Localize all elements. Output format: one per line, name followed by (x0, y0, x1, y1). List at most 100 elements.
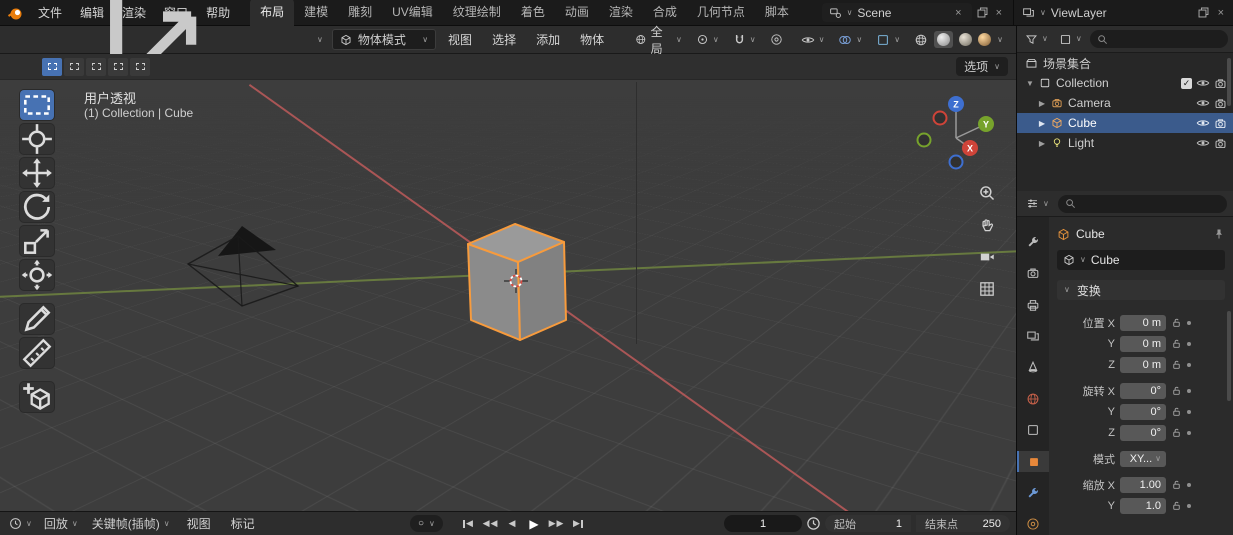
hide-eye-icon[interactable] (1196, 116, 1210, 130)
remove-view-layer-icon[interactable]: × (1215, 7, 1227, 19)
lock-icon[interactable] (1171, 385, 1182, 396)
play-button[interactable]: ▶ (524, 514, 544, 533)
render-visibility-icon[interactable] (1214, 77, 1227, 90)
gizmo-neg-z-ball[interactable] (948, 154, 964, 170)
animate-dot[interactable] (1187, 362, 1191, 367)
expand-icon[interactable]: ▶ (1037, 99, 1047, 108)
frame-end-field[interactable]: 结束点 250 (916, 515, 1010, 532)
properties-search-input[interactable] (1057, 194, 1227, 213)
tab-physics[interactable] (1017, 514, 1049, 535)
rotation-x-field[interactable]: 0° (1120, 382, 1166, 399)
current-frame-field[interactable]: 1 (724, 515, 802, 532)
select-mode-subtract-button[interactable] (86, 57, 106, 76)
timeline-editor-type-button[interactable]: ∨ (6, 516, 35, 531)
menu-object[interactable]: 物体 (572, 27, 612, 52)
location-z-field[interactable]: 0 m (1120, 356, 1166, 373)
tab-scripting[interactable]: 脚本 (755, 0, 799, 26)
shading-solid-button[interactable] (934, 31, 954, 48)
menu-add[interactable]: 添加 (528, 27, 568, 52)
jump-to-start-button[interactable]: ◀ (458, 514, 478, 533)
outliner-display-mode-button[interactable]: ∨ (1056, 32, 1085, 47)
animate-dot[interactable] (1187, 388, 1191, 393)
lock-icon[interactable] (1171, 317, 1182, 328)
rotation-z-field[interactable]: 0° (1120, 424, 1166, 441)
location-y-field[interactable]: 0 m (1120, 335, 1166, 352)
menu-playback[interactable]: 回放 ∨ (39, 513, 83, 534)
tab-tool[interactable] (1017, 231, 1049, 252)
tab-output[interactable] (1017, 294, 1049, 315)
navigation-gizmo[interactable]: Z Y X (912, 90, 998, 182)
collection-checkbox[interactable]: ✓ (1181, 77, 1192, 89)
hide-eye-icon[interactable] (1196, 96, 1210, 110)
prev-keyframe-button[interactable]: ◀ ◀ (480, 514, 500, 533)
lock-icon[interactable] (1171, 479, 1182, 490)
tab-modifiers[interactable] (1017, 482, 1049, 503)
menu-timeline-view[interactable]: 视图 (179, 511, 219, 535)
tab-texture-paint[interactable]: 纹理绘制 (443, 0, 511, 26)
expand-icon[interactable]: ▶ (1037, 139, 1047, 148)
mode-dropdown[interactable]: 物体模式 ∨ (331, 29, 437, 50)
outliner-search-input[interactable] (1089, 30, 1228, 48)
tab-object[interactable] (1017, 450, 1049, 473)
gizmo-neg-x-ball[interactable] (932, 110, 948, 126)
pin-icon[interactable] (1213, 228, 1225, 240)
show-gizmo-dropdown[interactable]: ∨ (796, 31, 830, 49)
transform-section-header[interactable]: ∨ 变换 (1057, 280, 1225, 300)
shading-wireframe-icon[interactable] (914, 33, 928, 47)
snap-dropdown[interactable]: ∨ (728, 31, 761, 48)
menu-select[interactable]: 选择 (484, 27, 524, 52)
object-name-field[interactable]: ∨ Cube (1057, 250, 1225, 270)
animate-dot[interactable] (1187, 320, 1191, 325)
select-mode-new-button[interactable] (42, 57, 62, 76)
new-scene-icon[interactable] (976, 6, 989, 19)
outliner-row-collection[interactable]: ▼ Collection ✓ (1017, 73, 1233, 93)
render-visibility-icon[interactable] (1214, 117, 1227, 130)
select-mode-extend-button[interactable] (64, 57, 84, 76)
frame-start-field[interactable]: 起始 1 (825, 515, 911, 532)
outliner-scrollbar[interactable] (1227, 58, 1231, 106)
options-dropdown[interactable]: 选项 ∨ (956, 57, 1008, 76)
animate-dot[interactable] (1187, 430, 1191, 435)
camera-object[interactable] (178, 216, 323, 316)
xray-toggle-button[interactable]: ∨ (871, 31, 905, 49)
select-mode-invert-button[interactable] (108, 57, 128, 76)
gizmo-neg-y-ball[interactable] (916, 132, 932, 148)
tab-world[interactable] (1017, 388, 1049, 409)
properties-editor-type-button[interactable]: ∨ (1023, 196, 1052, 211)
tab-view-layer[interactable] (1017, 325, 1049, 346)
tab-animation[interactable]: 动画 (555, 0, 599, 26)
pan-hand-icon[interactable] (978, 216, 996, 234)
render-visibility-icon[interactable] (1214, 97, 1227, 110)
rotation-y-field[interactable]: 0° (1120, 403, 1166, 420)
new-view-layer-icon[interactable] (1197, 6, 1210, 19)
lock-icon[interactable] (1171, 359, 1182, 370)
cube-object[interactable] (452, 216, 576, 346)
camera-view-icon[interactable] (978, 248, 996, 266)
lock-icon[interactable] (1171, 338, 1182, 349)
rotation-mode-dropdown[interactable]: XY... ∨ (1120, 450, 1166, 467)
proportional-edit-button[interactable] (765, 31, 788, 48)
viewport-3d[interactable]: 选项 ∨ 用户透视 (1) Collection | Cube Z Y X (0, 54, 1016, 511)
lock-icon[interactable] (1171, 406, 1182, 417)
tab-render[interactable] (1017, 262, 1049, 283)
pivot-point-dropdown[interactable]: ∨ (691, 31, 724, 48)
tool-add-cube[interactable] (20, 382, 54, 412)
properties-scrollbar[interactable] (1227, 311, 1231, 401)
view-layer-name[interactable]: ViewLayer (1051, 6, 1192, 20)
scene-dropdown[interactable]: ∨ Scene × (821, 3, 972, 22)
animate-dot[interactable] (1187, 409, 1191, 414)
shading-rendered-icon[interactable] (978, 33, 992, 46)
chevron-down-icon[interactable]: ∨ (997, 35, 1003, 44)
scale-y-field[interactable]: 1.0 (1120, 497, 1166, 514)
outliner-row-light[interactable]: ▶ Light (1017, 133, 1233, 153)
overlays-dropdown[interactable]: ∨ (833, 31, 867, 49)
tab-sculpting[interactable]: 雕刻 (338, 0, 382, 26)
ortho-grid-icon[interactable] (978, 280, 996, 298)
transform-orientation-dropdown[interactable]: 全局 ∨ (630, 21, 687, 59)
zoom-icon[interactable] (978, 184, 996, 202)
chevron-down-icon[interactable]: ∨ (1040, 8, 1046, 17)
menu-markers[interactable]: 标记 (223, 511, 263, 535)
breadcrumb-object-name[interactable]: Cube (1076, 227, 1105, 241)
jump-to-end-button[interactable]: ▶ (568, 514, 588, 533)
expand-icon[interactable]: ▶ (1037, 119, 1047, 128)
